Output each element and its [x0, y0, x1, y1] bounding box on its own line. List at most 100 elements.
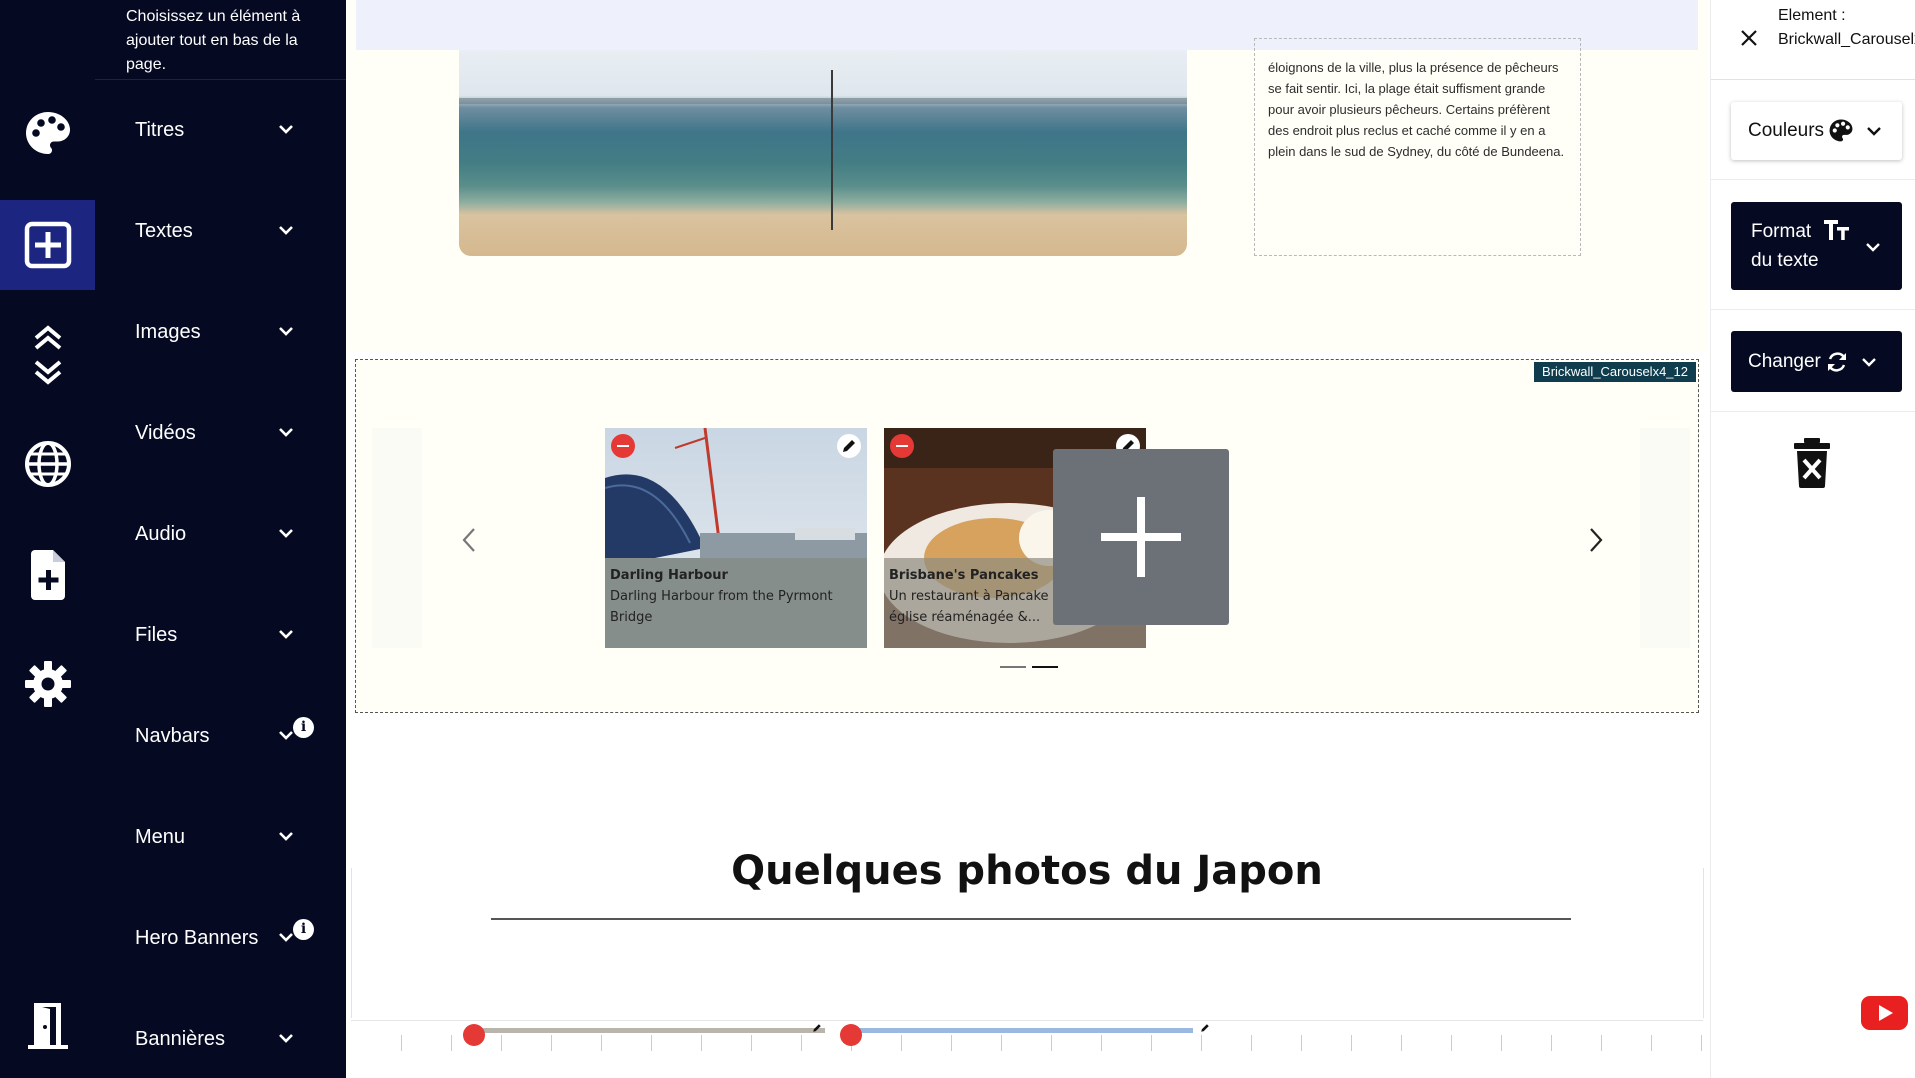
chevron-down-icon — [1867, 127, 1881, 136]
section-title[interactable]: Quelques photos du Japon — [346, 848, 1708, 894]
card-description: Darling Harbour from the Pyrmont Bridge — [610, 589, 833, 625]
pencil-icon[interactable] — [812, 1023, 822, 1033]
change-element-button[interactable]: Changer — [1731, 331, 1902, 392]
grid-tick — [1401, 1035, 1402, 1051]
chevron-right-icon — [1590, 528, 1603, 552]
category-expand-toggle[interactable] — [278, 121, 294, 139]
carousel-dot-active[interactable] — [1032, 666, 1058, 668]
add-element-rail-button[interactable] — [0, 200, 95, 290]
chevron-down-icon — [279, 226, 293, 235]
beach-horizon — [459, 98, 1187, 104]
info-icon[interactable]: i — [293, 717, 314, 738]
chevron-down-icon — [279, 832, 293, 841]
category-expand-toggle[interactable] — [278, 525, 294, 543]
category-expand-toggle[interactable] — [278, 222, 294, 240]
carousel-prev-button[interactable] — [454, 520, 484, 560]
grid-tick — [551, 1035, 552, 1051]
category-banni-res[interactable]: Bannières — [95, 1010, 346, 1070]
settings-icon — [24, 661, 71, 707]
info-icon[interactable]: i — [293, 919, 314, 940]
reorder-rail-button[interactable] — [0, 310, 95, 400]
carousel-element-tag: Brickwall_Carouselx4_12 — [1534, 362, 1696, 382]
card-caption: Darling Harbour Darling Harbour from the… — [605, 558, 867, 648]
grid-tick — [1601, 1035, 1602, 1051]
exit-rail-button[interactable] — [0, 980, 95, 1070]
grid-ruler — [351, 1020, 1703, 1021]
palette-icon — [25, 112, 70, 154]
category-titres[interactable]: Titres — [95, 101, 346, 161]
pencil-icon — [843, 440, 855, 452]
grid-tick — [701, 1035, 702, 1051]
category-navbars[interactable]: Navbars i — [95, 707, 346, 767]
remove-card-button[interactable] — [611, 434, 635, 458]
new-page-icon — [30, 550, 65, 600]
change-label: Changer — [1748, 350, 1821, 372]
category-expand-toggle[interactable] — [278, 727, 294, 745]
properties-header: Element : Brickwall_Carouselx4_12 — [1711, 0, 1915, 80]
language-rail-button[interactable] — [0, 419, 95, 509]
grid-tick — [401, 1035, 402, 1051]
category-label: Files — [135, 624, 178, 646]
category-label: Titres — [135, 119, 185, 141]
carousel-dot[interactable] — [1000, 666, 1026, 668]
minus-icon — [896, 444, 908, 448]
reorder-icon — [34, 325, 61, 385]
category-label: Textes — [135, 220, 193, 242]
carousel-next-button[interactable] — [1581, 520, 1611, 560]
category-expand-toggle[interactable] — [278, 424, 294, 442]
settings-rail-button[interactable] — [0, 639, 95, 729]
category-hero-banners[interactable]: Hero Banners i — [95, 909, 346, 969]
category-textes[interactable]: Textes — [95, 202, 346, 262]
category-audio[interactable]: Audio — [95, 505, 346, 565]
carousel-card-darling-harbour[interactable]: Darling Harbour Darling Harbour from the… — [605, 428, 867, 648]
text-size-icon — [1824, 220, 1849, 240]
category-label: Hero Banners — [135, 927, 259, 949]
youtube-icon[interactable] — [1861, 996, 1908, 1030]
chevron-down-icon — [279, 1034, 293, 1043]
paragraph-block[interactable]: éloignons de la ville, plus la présence … — [1254, 38, 1581, 256]
category-menu[interactable]: Menu — [95, 808, 346, 868]
category-expand-toggle[interactable] — [278, 323, 294, 341]
pencil-icon[interactable] — [1200, 1023, 1210, 1033]
remove-card-button[interactable] — [840, 1024, 862, 1046]
add-slide-button[interactable] — [1053, 449, 1229, 625]
category-expand-toggle[interactable] — [278, 828, 294, 846]
grid-tick — [1701, 1035, 1702, 1051]
category-expand-toggle[interactable] — [278, 626, 294, 644]
remove-card-button[interactable] — [890, 434, 914, 458]
paragraph-text: éloignons de la ville, plus la présence … — [1268, 60, 1565, 159]
colors-button[interactable]: Couleurs — [1731, 102, 1902, 160]
grid-tick — [951, 1035, 952, 1051]
card-title: Darling Harbour — [610, 568, 728, 583]
category-expand-toggle[interactable] — [278, 1030, 294, 1048]
category-label: Bannières — [135, 1028, 226, 1050]
remove-card-button[interactable] — [463, 1024, 485, 1046]
carousel-block[interactable]: Brickwall_Carouselx4_12 Darling Harbour … — [355, 359, 1699, 713]
grid-tick — [1301, 1035, 1302, 1051]
category-expand-toggle[interactable] — [278, 929, 294, 947]
grid-tick — [1201, 1035, 1202, 1051]
close-icon[interactable] — [1739, 28, 1759, 48]
properties-panel: Element : Brickwall_Carouselx4_12 Couleu… — [1710, 0, 1915, 1078]
category-images[interactable]: Images — [95, 303, 346, 363]
chevron-down-icon — [279, 529, 293, 538]
grid-tick — [1001, 1035, 1002, 1051]
add-page-rail-button[interactable] — [0, 530, 95, 620]
icon-rail — [0, 0, 95, 1078]
text-format-button[interactable]: Format du texte — [1731, 202, 1902, 290]
palette-icon — [1829, 119, 1853, 142]
edit-card-button[interactable] — [837, 434, 861, 458]
next-carousel-card — [470, 1028, 825, 1033]
chevron-down-icon — [279, 327, 293, 336]
delete-icon[interactable] — [1792, 438, 1832, 488]
grid-tick — [1151, 1035, 1152, 1051]
colors-label: Couleurs — [1748, 120, 1825, 141]
category-vid-os[interactable]: Vidéos — [95, 404, 346, 464]
palette-rail-button[interactable] — [0, 89, 95, 179]
section-divider — [491, 918, 1571, 920]
elements-panel: Choisissez un élément à ajouter tout en … — [95, 0, 346, 1078]
beach-photo[interactable] — [459, 50, 1187, 256]
plus-icon — [1101, 497, 1181, 577]
category-files[interactable]: Files — [95, 606, 346, 666]
chevron-down-icon — [279, 933, 293, 942]
